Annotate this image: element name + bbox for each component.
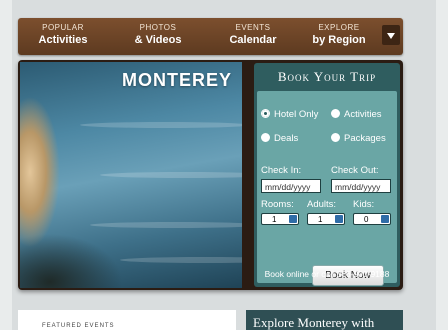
nav-item-top: POPULAR xyxy=(42,23,84,32)
booking-title: Book Your Trip xyxy=(277,69,377,84)
stepper-icon xyxy=(335,215,343,223)
option-deals[interactable]: Deals xyxy=(261,133,298,145)
checkout-field[interactable]: mm/dd/yyyy xyxy=(331,179,391,193)
nav-item-explore-region[interactable]: EXPLORE by Region xyxy=(294,23,384,47)
radio-icon xyxy=(331,133,340,142)
explore-box: Explore Monterey with xyxy=(246,310,403,330)
hero: MONTEREY Book Your Trip Hotel Only Activ… xyxy=(18,60,403,290)
rooms-label: Rooms: xyxy=(261,199,294,210)
option-packages-label: Packages xyxy=(344,133,386,144)
checkin-label: Check In: xyxy=(261,165,302,176)
chevron-down-icon[interactable] xyxy=(382,25,400,45)
nav-item-top: EVENTS xyxy=(235,23,271,32)
nav-item-photos-videos[interactable]: PHOTOS & Videos xyxy=(113,23,203,47)
city-title: MONTEREY xyxy=(121,70,232,90)
rooms-select[interactable]: 1 xyxy=(261,213,299,225)
adults-select[interactable]: 1 xyxy=(307,213,345,225)
nav-item-top: EXPLORE xyxy=(318,23,360,32)
hero-photo: MONTEREY xyxy=(20,62,242,288)
adults-value: 1 xyxy=(318,215,323,224)
adults-label: Adults: xyxy=(307,199,337,210)
option-activities[interactable]: Activities xyxy=(331,109,381,121)
radio-selected-icon xyxy=(261,109,270,118)
stepper-icon xyxy=(289,215,297,223)
option-hotel-only[interactable]: Hotel Only xyxy=(261,109,318,121)
main-nav: POPULAR Activities PHOTOS & Videos EVENT… xyxy=(18,18,403,55)
featured-events-box: FEATURED EVENTS xyxy=(18,310,236,330)
nav-item-bottom: Activities xyxy=(38,34,88,46)
nav-item-events-calendar[interactable]: EVENTS Calendar xyxy=(208,23,298,47)
option-packages[interactable]: Packages xyxy=(331,133,386,145)
option-activities-label: Activities xyxy=(344,109,382,120)
kids-value: 0 xyxy=(364,215,369,224)
nav-item-bottom: by Region xyxy=(312,34,366,46)
checkout-label: Check Out: xyxy=(331,165,379,176)
option-hotel-label: Hotel Only xyxy=(274,109,319,120)
checkin-field[interactable]: mm/dd/yyyy xyxy=(261,179,321,193)
option-deals-label: Deals xyxy=(274,133,299,144)
stepper-icon xyxy=(381,215,389,223)
kids-label: Kids: xyxy=(353,199,375,210)
radio-icon xyxy=(331,109,340,118)
rooms-value: 1 xyxy=(272,215,277,224)
nav-item-bottom: Calendar xyxy=(229,34,277,46)
booking-panel: Book Your Trip Hotel Only Activities Dea… xyxy=(254,63,400,287)
nav-item-top: PHOTOS xyxy=(139,23,177,32)
featured-events-label: FEATURED EVENTS xyxy=(42,323,115,329)
booking-form: Hotel Only Activities Deals Packages Che… xyxy=(257,91,397,286)
nav-item-bottom: & Videos xyxy=(134,34,182,46)
booking-phone-callout: Book online or call 866-900-9188 xyxy=(264,269,390,279)
kids-select[interactable]: 0 xyxy=(353,213,391,225)
radio-icon xyxy=(261,133,270,142)
nav-item-popular-activities[interactable]: POPULAR Activities xyxy=(18,23,108,47)
